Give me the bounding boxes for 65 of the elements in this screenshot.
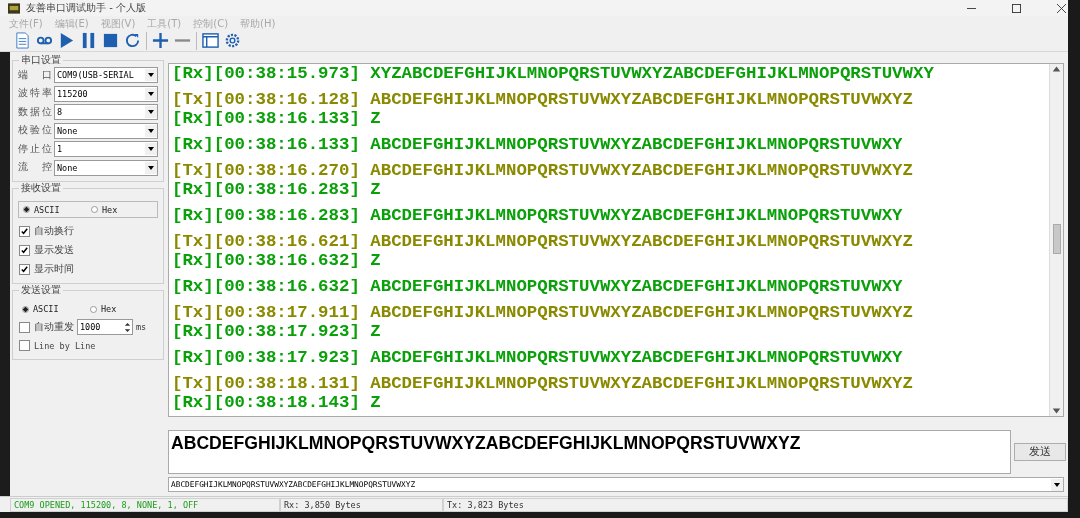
log-line: [Tx][00:38:18.131] ABCDEFGHIJKLMNOPQRSTUVWXYZABCDEFGHIJKLMNOPQRSTUVWXYZ	[172, 374, 914, 393]
group-title: 串口设置	[19, 54, 63, 67]
checkmark-icon	[20, 246, 29, 255]
log-line: [Rx][00:38:16.283] Z	[172, 180, 382, 199]
send-input[interactable]: ABCDEFGHIJKLMNOPQRSTUVWXYZABCDEFGHIJKLMNOPQRSTUVWXYZ	[168, 430, 1011, 474]
radio-option[interactable]: Hex	[87, 204, 155, 215]
dropdown[interactable]: None	[54, 122, 158, 139]
log-line: [Rx][00:38:16.632] Z	[172, 251, 382, 270]
play-icon[interactable]	[58, 32, 75, 50]
log-line: [Tx][00:38:17.911] ABCDEFGHIJKLMNOPQRSTUVWXYZABCDEFGHIJKLMNOPQRSTUVWXYZ	[172, 303, 914, 322]
unit-label: ms	[136, 322, 147, 332]
interval-field[interactable]: 1000	[77, 319, 133, 335]
spinner-arrows-icon[interactable]	[123, 320, 132, 334]
dropdown[interactable]: 8	[54, 104, 158, 121]
radio-option[interactable]: ASCII	[18, 304, 86, 314]
radio-option[interactable]: Hex	[86, 304, 154, 314]
checkbox-option[interactable]: 自动重发	[18, 319, 74, 335]
dropdown[interactable]: None	[54, 159, 158, 176]
log-line: [Rx][00:38:16.133] Z	[172, 109, 382, 128]
settings-icon[interactable]	[224, 32, 241, 50]
field-label: 流 控	[18, 161, 52, 175]
field-label: 校验位	[18, 124, 52, 138]
pause-icon[interactable]	[80, 32, 97, 50]
maximize-icon[interactable]	[1012, 3, 1021, 13]
stop-icon[interactable]	[102, 32, 119, 50]
log-line: [Rx][00:38:15.973] XYZABCDEFGHIJKLMNOPQRSTUVWXYZABCDEFGHIJKLMNOPQRSTUVWXY	[172, 64, 935, 83]
plus-icon[interactable]	[152, 32, 169, 50]
scroll-thumb[interactable]	[1053, 224, 1061, 254]
log-line: [Rx][00:38:16.283] ABCDEFGHIJKLMNOPQRSTUVWXYZABCDEFGHIJKLMNOPQRSTUVWXY	[172, 206, 904, 225]
scrollbar[interactable]	[1049, 64, 1063, 416]
send-button[interactable]: 发送	[1014, 443, 1066, 461]
dropdown[interactable]: 115200	[54, 85, 158, 102]
field-label: 端 口	[18, 68, 52, 82]
app-icon	[8, 2, 20, 14]
log-line: [Tx][00:38:16.270] ABCDEFGHIJKLMNOPQRSTUVWXYZABCDEFGHIJKLMNOPQRSTUVWXYZ	[172, 161, 914, 180]
log-line: [Rx][00:38:17.923] Z	[172, 322, 382, 341]
refresh-icon[interactable]	[124, 32, 141, 50]
close-icon[interactable]	[1057, 3, 1066, 13]
dropdown[interactable]: 1	[54, 141, 158, 158]
group-title: 发送设置	[19, 284, 63, 297]
log-line: [Rx][00:38:16.133] ABCDEFGHIJKLMNOPQRSTUVWXYZABCDEFGHIJKLMNOPQRSTUVWXY	[172, 135, 904, 154]
log-line: [Rx][00:38:16.632] ABCDEFGHIJKLMNOPQRSTUVWXYZABCDEFGHIJKLMNOPQRSTUVWXY	[172, 277, 904, 296]
log-line: [Rx][00:38:17.923] ABCDEFGHIJKLMNOPQRSTUVWXYZABCDEFGHIJKLMNOPQRSTUVWXY	[172, 348, 904, 367]
log-line: [Tx][00:38:16.621] ABCDEFGHIJKLMNOPQRSTUVWXYZABCDEFGHIJKLMNOPQRSTUVWXYZ	[172, 232, 914, 251]
field-label: 数据位	[18, 105, 52, 119]
group-title: 接收设置	[19, 182, 63, 195]
status-field: Tx: 3,823 Bytes	[443, 498, 1068, 512]
log-line: [Rx][00:38:18.143] Z	[172, 393, 382, 412]
checkbox-option[interactable]: 显示时间	[18, 261, 158, 278]
document-icon[interactable]	[14, 32, 31, 50]
dropdown[interactable]: COM9(USB-SERIAL	[54, 67, 158, 84]
window-title: 友善串口调试助手 - 个人版	[26, 1, 146, 16]
window-icon[interactable]	[202, 32, 219, 50]
field-label: 波特率	[18, 87, 52, 101]
scroll-up-icon[interactable]	[1050, 64, 1063, 74]
radio-option[interactable]: ASCII	[19, 204, 87, 215]
checkbox-option[interactable]: Line by Line	[18, 337, 158, 354]
status-field: COM9 OPENED, 115200, 8, NONE, 1, OFF	[10, 498, 280, 512]
checkmark-icon	[20, 265, 29, 274]
field-label: 停止位	[18, 142, 52, 156]
checkbox-option[interactable]: 自动换行	[18, 223, 158, 240]
checkmark-icon	[20, 227, 29, 236]
status-field: Rx: 3,850 Bytes	[280, 498, 443, 512]
log-line: [Tx][00:38:16.128] ABCDEFGHIJKLMNOPQRSTUVWXYZABCDEFGHIJKLMNOPQRSTUVWXYZ	[172, 90, 914, 109]
checkbox-option[interactable]: 显示发送	[18, 242, 158, 259]
